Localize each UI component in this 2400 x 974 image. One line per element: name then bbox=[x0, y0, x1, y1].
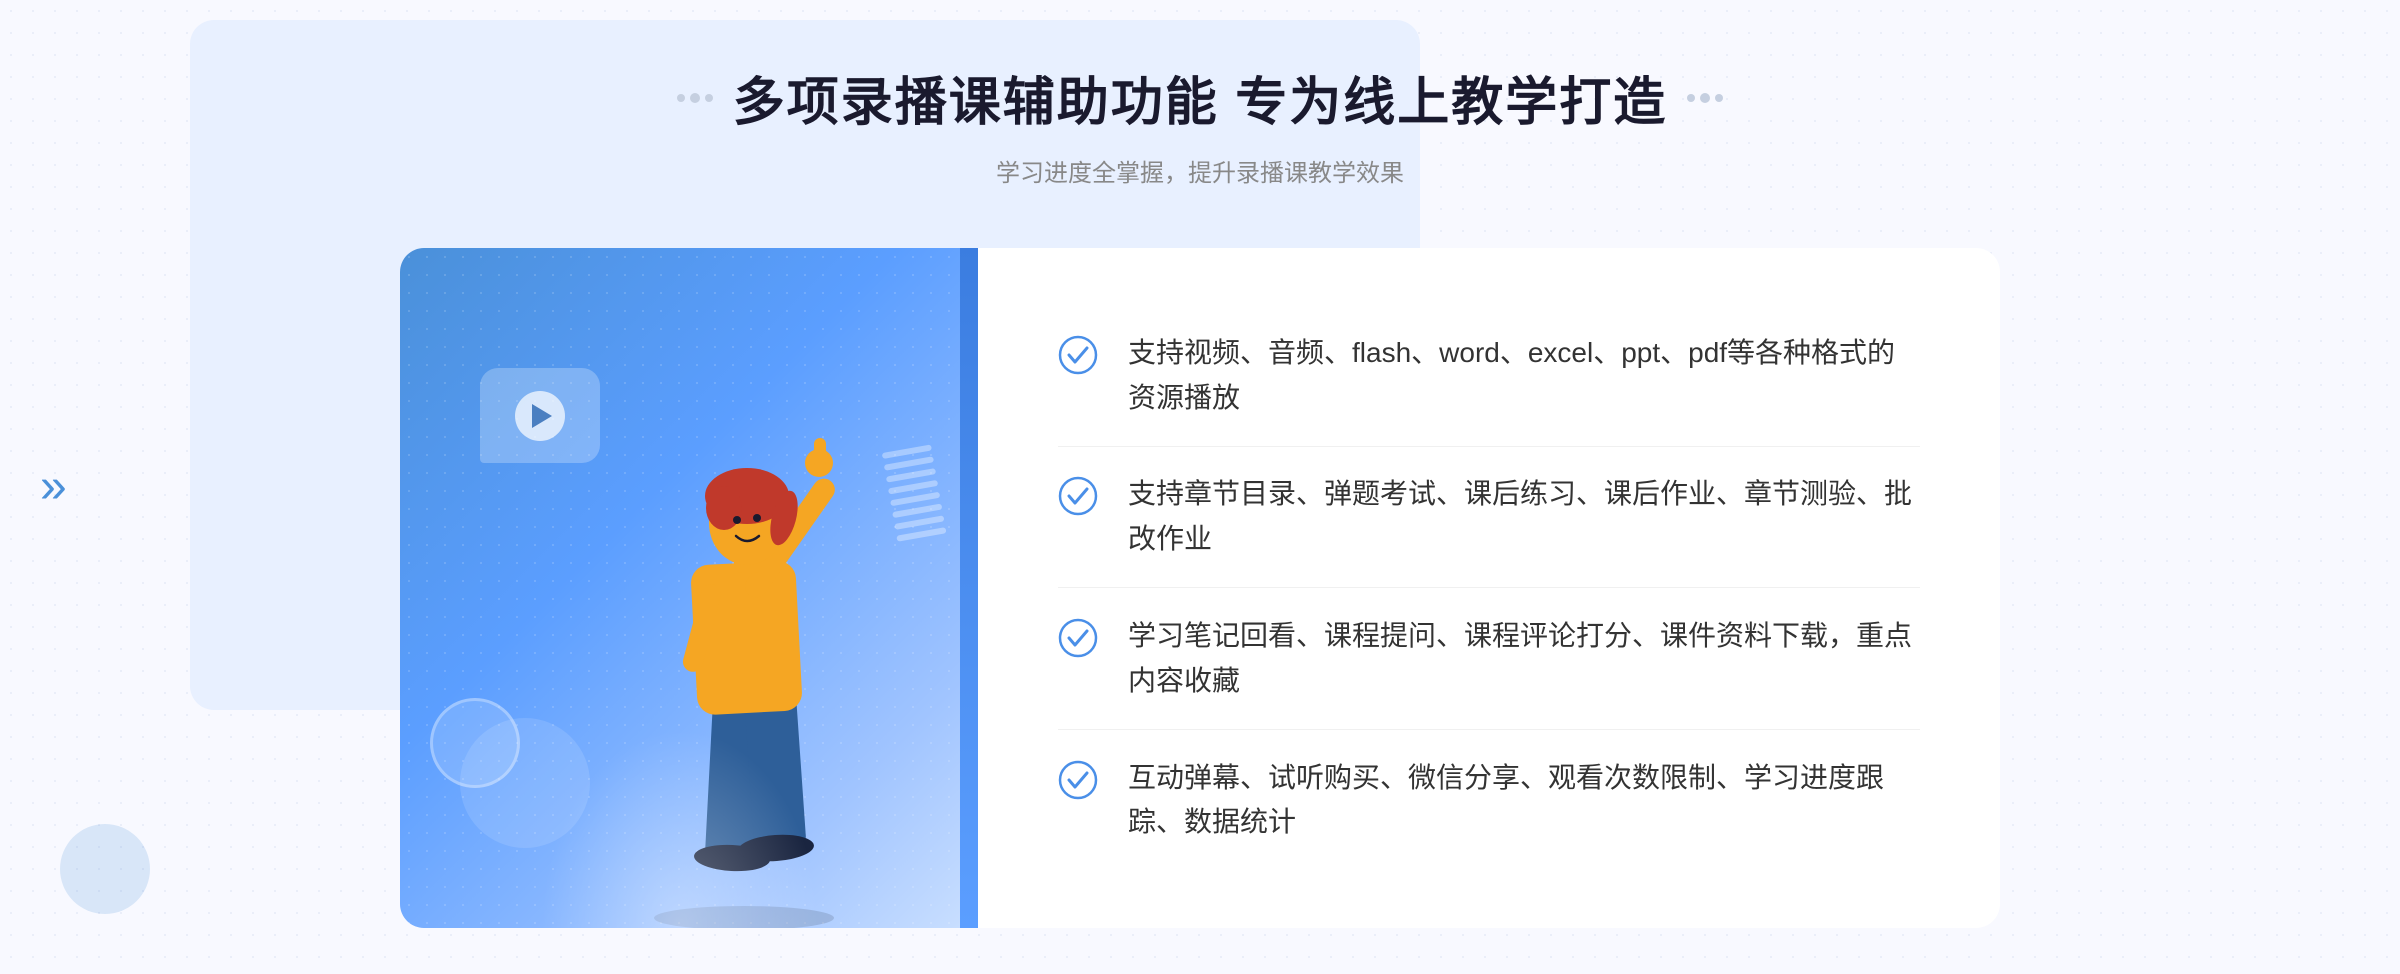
feature-text-4: 互动弹幕、试听购买、微信分享、观看次数限制、学习进度跟踪、数据统计 bbox=[1128, 756, 1920, 846]
left-chevron-decoration: » bbox=[40, 463, 67, 511]
feature-text-3: 学习笔记回看、课程提问、课程评论打分、课件资料下载，重点内容收藏 bbox=[1128, 614, 1920, 704]
header-dots-left bbox=[677, 93, 713, 103]
feature-text-1: 支持视频、音频、flash、word、excel、ppt、pdf等各种格式的资源… bbox=[1128, 331, 1920, 421]
page-subtitle: 学习进度全掌握，提升录播课教学效果 bbox=[996, 153, 1404, 188]
person-illustration bbox=[584, 388, 904, 928]
play-bubble bbox=[480, 368, 600, 463]
dot-2 bbox=[690, 93, 700, 103]
feature-item-1: 支持视频、音频、flash、word、excel、ppt、pdf等各种格式的资源… bbox=[1058, 311, 1920, 441]
dot-3 bbox=[705, 94, 713, 102]
divider-1 bbox=[1058, 446, 1920, 447]
features-panel: 支持视频、音频、flash、word、excel、ppt、pdf等各种格式的资源… bbox=[978, 248, 2000, 928]
feature-item-2: 支持章节目录、弹题考试、课后练习、课后作业、章节测验、批改作业 bbox=[1058, 452, 1920, 582]
play-circle bbox=[515, 391, 565, 441]
illustration-panel bbox=[400, 248, 960, 928]
feature-text-2: 支持章节目录、弹题考试、课后练习、课后作业、章节测验、批改作业 bbox=[1128, 472, 1920, 562]
header-dots-right bbox=[1687, 93, 1723, 103]
feature-item-4: 互动弹幕、试听购买、微信分享、观看次数限制、学习进度跟踪、数据统计 bbox=[1058, 736, 1920, 866]
deco-circle-2 bbox=[460, 718, 590, 848]
dot-1 bbox=[677, 94, 685, 102]
divider-3 bbox=[1058, 729, 1920, 730]
check-icon-4 bbox=[1058, 760, 1098, 800]
header-section: 多项录播课辅助功能 专为线上教学打造 学习进度全掌握，提升录播课教学效果 bbox=[677, 60, 1723, 188]
check-icon-3 bbox=[1058, 618, 1098, 658]
feature-item-3: 学习笔记回看、课程提问、课程评论打分、课件资料下载，重点内容收藏 bbox=[1058, 594, 1920, 724]
content-area: 支持视频、音频、flash、word、excel、ppt、pdf等各种格式的资源… bbox=[400, 248, 2000, 928]
main-title: 多项录播课辅助功能 专为线上教学打造 bbox=[733, 60, 1667, 135]
divider-2 bbox=[1058, 587, 1920, 588]
page-container: 多项录播课辅助功能 专为线上教学打造 学习进度全掌握，提升录播课教学效果 » bbox=[0, 0, 2400, 974]
bottom-left-circle bbox=[60, 824, 150, 914]
dot-5 bbox=[1700, 93, 1710, 103]
play-triangle bbox=[532, 404, 552, 428]
check-icon-2 bbox=[1058, 476, 1098, 516]
header-title-row: 多项录播课辅助功能 专为线上教学打造 bbox=[677, 60, 1723, 135]
dot-6 bbox=[1715, 94, 1723, 102]
dot-4 bbox=[1687, 94, 1695, 102]
blue-accent-bar bbox=[960, 248, 978, 928]
check-icon-1 bbox=[1058, 335, 1098, 375]
